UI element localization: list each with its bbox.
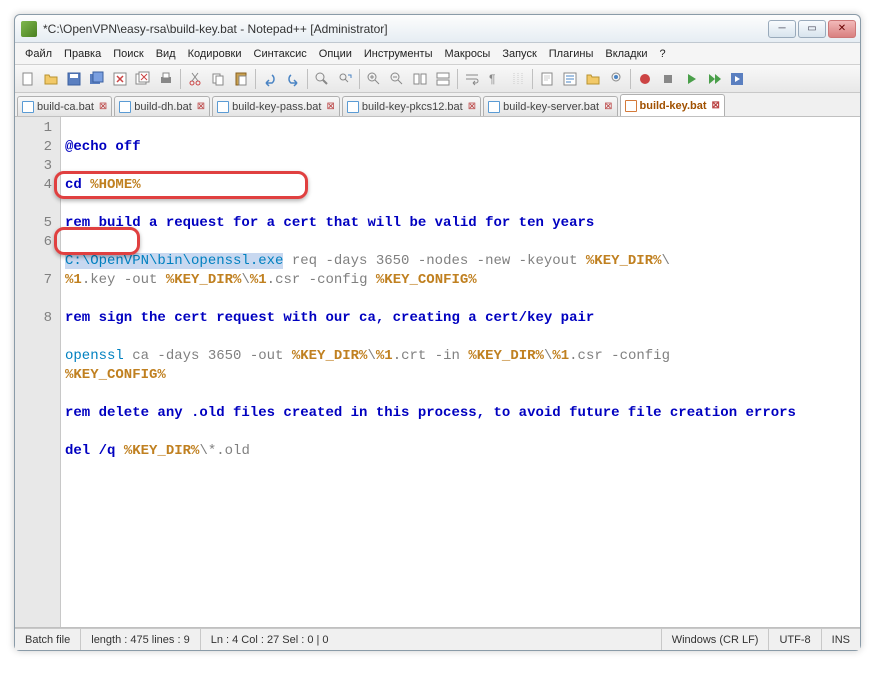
tab-bar: build-ca.bat⊠ build-dh.bat⊠ build-key-pa… — [15, 93, 860, 117]
undo-button[interactable] — [259, 68, 281, 90]
close-icon[interactable]: ⊠ — [712, 100, 720, 111]
menu-tabs[interactable]: Вкладки — [599, 46, 653, 62]
play-macro-button[interactable] — [680, 68, 702, 90]
toolbar: ¶ — [15, 65, 860, 93]
tab-build-key[interactable]: build-key.bat⊠ — [620, 94, 725, 116]
tab-build-ca[interactable]: build-ca.bat⊠ — [17, 96, 112, 116]
menu-file[interactable]: Файл — [19, 46, 58, 62]
stop-macro-button[interactable] — [657, 68, 679, 90]
titlebar[interactable]: *C:\OpenVPN\easy-rsa\build-key.bat - Not… — [15, 15, 860, 43]
statusbar: Batch file length : 475 lines : 9 Ln : 4… — [15, 628, 860, 650]
record-macro-button[interactable] — [634, 68, 656, 90]
status-encoding[interactable]: UTF-8 — [769, 629, 821, 650]
copy-button[interactable] — [207, 68, 229, 90]
status-position: Ln : 4 Col : 27 Sel : 0 | 0 — [201, 629, 662, 650]
sync-v-button[interactable] — [409, 68, 431, 90]
svg-text:¶: ¶ — [489, 72, 495, 86]
indent-guide-button[interactable] — [507, 68, 529, 90]
menu-tools[interactable]: Инструменты — [358, 46, 439, 62]
minimize-button[interactable]: ─ — [768, 20, 796, 38]
folder-button[interactable] — [582, 68, 604, 90]
close-file-button[interactable] — [109, 68, 131, 90]
menu-encoding[interactable]: Кодировки — [182, 46, 248, 62]
menu-search[interactable]: Поиск — [107, 46, 149, 62]
file-icon — [488, 101, 500, 113]
main-window: *C:\OpenVPN\easy-rsa\build-key.bat - Not… — [14, 14, 861, 651]
close-icon[interactable]: ⊠ — [99, 101, 107, 112]
doc-map-button[interactable] — [536, 68, 558, 90]
window-title: *C:\OpenVPN\easy-rsa\build-key.bat - Not… — [43, 22, 768, 36]
find-button[interactable] — [311, 68, 333, 90]
close-button[interactable]: ✕ — [828, 20, 856, 38]
code-content[interactable]: @echo off cd %HOME% rem build a request … — [61, 117, 860, 627]
menu-macros[interactable]: Макросы — [438, 46, 496, 62]
tab-build-key-pass[interactable]: build-key-pass.bat⊠ — [212, 96, 340, 116]
zoom-out-button[interactable] — [386, 68, 408, 90]
redo-button[interactable] — [282, 68, 304, 90]
replace-button[interactable] — [334, 68, 356, 90]
file-icon — [217, 101, 229, 113]
menu-options[interactable]: Опции — [313, 46, 358, 62]
close-icon[interactable]: ⊠ — [197, 101, 205, 112]
save-macro-button[interactable] — [726, 68, 748, 90]
paste-button[interactable] — [230, 68, 252, 90]
open-file-button[interactable] — [40, 68, 62, 90]
file-icon — [347, 101, 359, 113]
status-length: length : 475 lines : 9 — [81, 629, 200, 650]
file-icon — [625, 100, 637, 112]
close-all-button[interactable] — [132, 68, 154, 90]
show-all-chars-button[interactable]: ¶ — [484, 68, 506, 90]
close-icon[interactable]: ⊠ — [326, 101, 334, 112]
menu-edit[interactable]: Правка — [58, 46, 107, 62]
app-icon — [21, 21, 37, 37]
tab-build-dh[interactable]: build-dh.bat⊠ — [114, 96, 210, 116]
maximize-button[interactable]: ▭ — [798, 20, 826, 38]
wordwrap-button[interactable] — [461, 68, 483, 90]
file-icon — [22, 101, 34, 113]
sync-h-button[interactable] — [432, 68, 454, 90]
line-number-gutter: 1 2 3 4 5 6 7 8 — [15, 117, 61, 627]
close-icon[interactable]: ⊠ — [468, 101, 476, 112]
selected-text: C:\OpenVPN\bin\openssl.exe — [65, 253, 283, 269]
save-all-button[interactable] — [86, 68, 108, 90]
tab-build-key-pkcs12[interactable]: build-key-pkcs12.bat⊠ — [342, 96, 481, 116]
status-eol[interactable]: Windows (CR LF) — [662, 629, 770, 650]
menu-plugins[interactable]: Плагины — [543, 46, 600, 62]
menu-view[interactable]: Вид — [150, 46, 182, 62]
play-multi-button[interactable] — [703, 68, 725, 90]
zoom-in-button[interactable] — [363, 68, 385, 90]
status-language: Batch file — [15, 629, 81, 650]
menubar: Файл Правка Поиск Вид Кодировки Синтакси… — [15, 43, 860, 65]
close-icon[interactable]: ⊠ — [604, 101, 612, 112]
file-icon — [119, 101, 131, 113]
monitor-button[interactable] — [605, 68, 627, 90]
editor-area[interactable]: 1 2 3 4 5 6 7 8 @echo off cd %HOME% rem … — [15, 117, 860, 628]
menu-run[interactable]: Запуск — [496, 46, 542, 62]
save-button[interactable] — [63, 68, 85, 90]
cut-button[interactable] — [184, 68, 206, 90]
menu-syntax[interactable]: Синтаксис — [248, 46, 313, 62]
status-insert-mode[interactable]: INS — [822, 629, 860, 650]
new-file-button[interactable] — [17, 68, 39, 90]
menu-help[interactable]: ? — [654, 46, 672, 62]
function-list-button[interactable] — [559, 68, 581, 90]
print-button[interactable] — [155, 68, 177, 90]
tab-build-key-server[interactable]: build-key-server.bat⊠ — [483, 96, 617, 116]
